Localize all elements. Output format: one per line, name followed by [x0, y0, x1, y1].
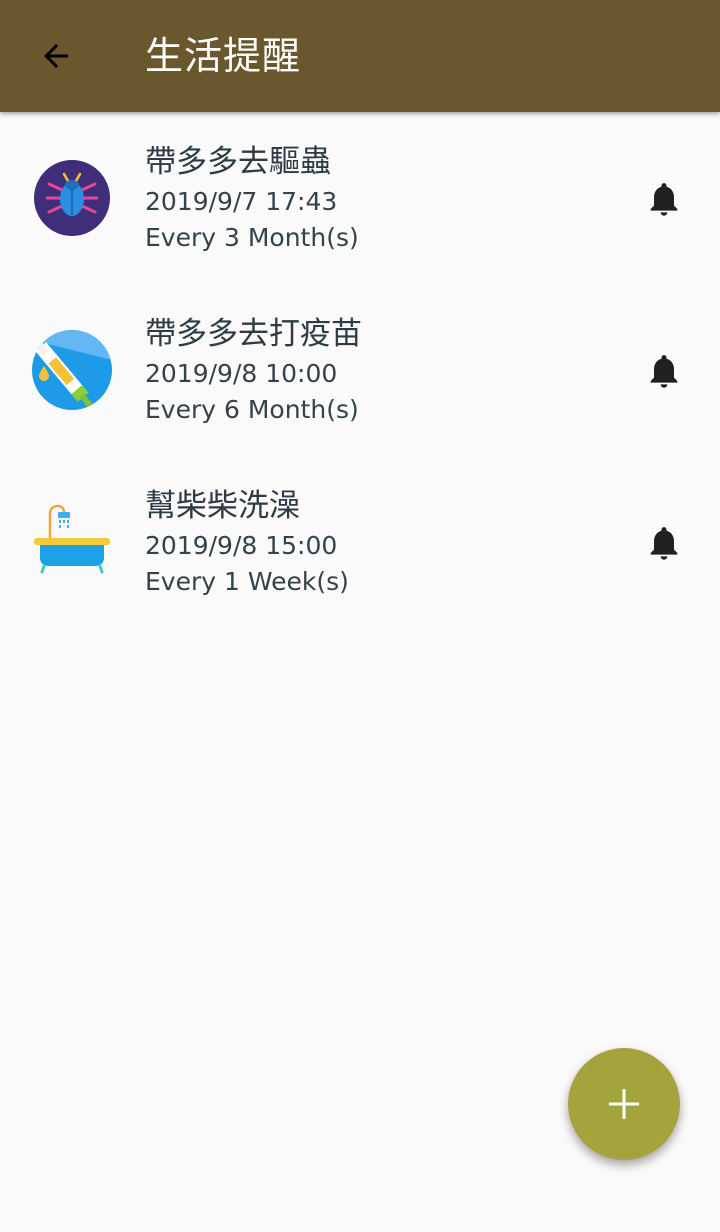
app-toolbar: 生活提醒 — [0, 0, 720, 112]
reminder-text: 幫柴柴洗澡 2019/9/8 15:00 Every 1 Week(s) — [145, 484, 349, 600]
reminder-name: 帶多多去驅蟲 — [145, 144, 331, 180]
reminder-datetime: 2019/9/8 10:00 — [145, 359, 338, 388]
reminder-name: 幫柴柴洗澡 — [145, 488, 300, 524]
reminder-repeat: Every 1 Week(s) — [145, 567, 349, 596]
reminder-name: 帶多多去打疫苗 — [145, 316, 362, 352]
reminder-text: 帶多多去驅蟲 2019/9/7 17:43 Every 3 Month(s) — [145, 140, 359, 256]
reminder-list: 帶多多去驅蟲 2019/9/7 17:43 Every 3 Month(s) 帶… — [0, 112, 720, 628]
syringe-icon — [32, 330, 112, 410]
back-button[interactable] — [28, 28, 84, 84]
reminder-repeat: Every 3 Month(s) — [145, 223, 359, 252]
reminder-text: 帶多多去打疫苗 2019/9/8 10:00 Every 6 Month(s) — [145, 312, 362, 428]
reminder-item[interactable]: 帶多多去打疫苗 2019/9/8 10:00 Every 6 Month(s) — [0, 284, 720, 456]
bell-icon[interactable] — [644, 178, 684, 220]
reminder-datetime: 2019/9/8 15:00 — [145, 531, 338, 560]
add-reminder-button[interactable] — [568, 1048, 680, 1160]
bell-icon[interactable] — [644, 350, 684, 392]
reminder-repeat: Every 6 Month(s) — [145, 395, 359, 424]
arrow-back-icon — [44, 44, 68, 68]
bell-icon[interactable] — [644, 522, 684, 564]
page-title: 生活提醒 — [145, 34, 302, 78]
plus-icon — [609, 1089, 639, 1119]
reminder-datetime: 2019/9/7 17:43 — [145, 187, 338, 216]
reminder-item[interactable]: 幫柴柴洗澡 2019/9/8 15:00 Every 1 Week(s) — [0, 456, 720, 628]
reminder-item[interactable]: 帶多多去驅蟲 2019/9/7 17:43 Every 3 Month(s) — [0, 112, 720, 284]
app-screen: 生活提醒 帶多多去驅蟲 2019/9/7 17:43 Every 3 Month… — [0, 0, 720, 1232]
bathtub-icon — [34, 504, 110, 574]
bug-icon — [34, 160, 110, 236]
